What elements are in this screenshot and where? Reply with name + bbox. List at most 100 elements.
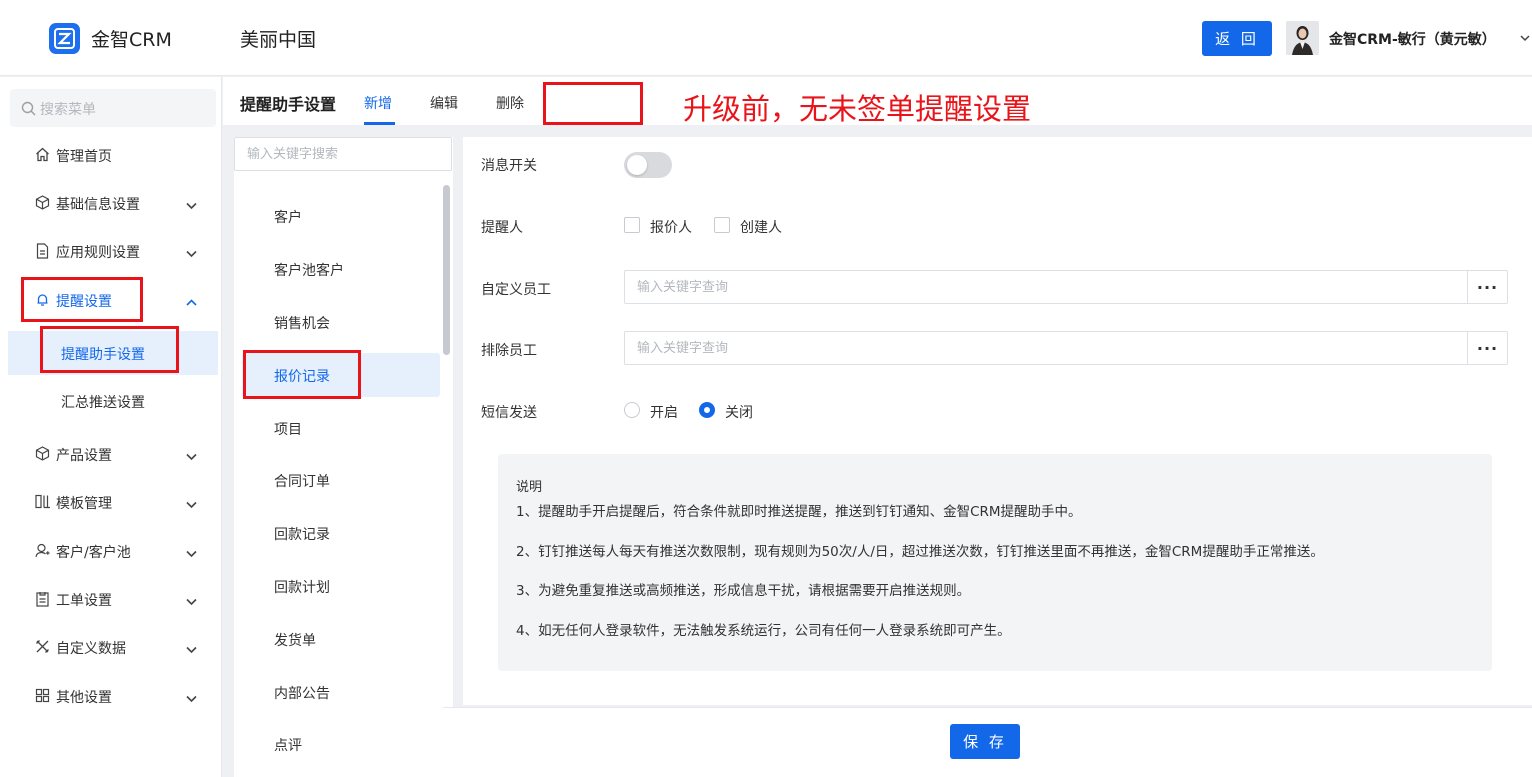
module-list-panel: 客户 客户池客户 销售机会 报价记录 项目 合同订单 回款记录 回款计划 发货单… — [234, 137, 453, 777]
cube-icon — [35, 195, 50, 214]
chevron-down-icon — [186, 246, 197, 262]
document-icon — [35, 243, 50, 263]
chevron-down-icon — [186, 594, 197, 610]
menu-search-input[interactable]: 搜索菜单 — [10, 89, 216, 127]
description-line: 2、钉钉推送每人每天有推送次数限制，现有规则为50次/人/日，超过推送次数，钉钉… — [516, 544, 1324, 560]
sidebar-item-label: 客户/客户池 — [56, 545, 131, 561]
module-item-label: 回款记录 — [274, 527, 330, 543]
module-item-label: 发货单 — [274, 633, 316, 649]
module-list-scrollbar[interactable] — [443, 185, 450, 355]
clipboard-icon — [35, 591, 50, 611]
toggle-knob — [627, 155, 647, 175]
module-item-label: 销售机会 — [274, 316, 330, 332]
sms-on-radio[interactable] — [624, 402, 640, 418]
chevron-down-icon — [186, 546, 197, 562]
sms-off-label[interactable]: 关闭 — [725, 402, 753, 422]
grid-icon — [35, 688, 50, 707]
description-line: 1、提醒助手开启提醒后，符合条件就即时推送提醒，推送到钉钉通知、金智CRM提醒助… — [516, 504, 1082, 520]
module-item-label: 回款计划 — [274, 580, 330, 596]
sidebar-item-home[interactable]: 管理首页 — [0, 135, 222, 175]
save-button[interactable]: 保 存 — [950, 724, 1020, 759]
module-search-input[interactable] — [234, 137, 452, 171]
module-item-label: 内部公告 — [274, 686, 330, 702]
module-item[interactable]: 销售机会 — [242, 300, 440, 344]
module-item[interactable]: 发货单 — [242, 617, 440, 661]
exclude-employees-picker-button[interactable]: ··· — [1467, 331, 1508, 365]
form-footer: 保 存 — [443, 707, 1532, 777]
template-icon — [35, 494, 51, 513]
module-item[interactable]: 合同订单 — [242, 458, 440, 502]
custom-employees-input[interactable] — [624, 270, 1468, 304]
active-tab-indicator — [364, 122, 395, 125]
highlight-box-reminder-assistant — [40, 326, 179, 373]
page-title: 提醒助手设置 — [240, 95, 337, 114]
chevron-down-icon — [186, 497, 197, 513]
sidebar-item-label: 模板管理 — [56, 496, 112, 512]
sidebar-item-other[interactable]: 其他设置 — [0, 676, 222, 716]
username[interactable]: 金智CRM-敏行（黄元敏） — [1329, 29, 1496, 49]
sidebar-subitem-summary-push[interactable]: 汇总推送设置 — [8, 379, 218, 423]
menu-search-placeholder: 搜索菜单 — [40, 102, 96, 118]
reminder-label: 提醒人 — [481, 220, 523, 236]
exclude-employees-input[interactable] — [624, 331, 1468, 365]
tools-icon — [35, 639, 50, 658]
quoter-option-label[interactable]: 报价人 — [650, 217, 692, 237]
sidebar-item-product[interactable]: 产品设置 — [0, 434, 222, 474]
description-line: 4、如无任何人登录软件，无法触发系统运行，公司有任何一人登录系统即可产生。 — [516, 623, 1011, 639]
tab-edit[interactable]: 编辑 — [430, 93, 458, 113]
module-item[interactable]: 回款记录 — [242, 511, 440, 555]
sms-off-radio[interactable] — [699, 402, 715, 418]
sidebar-item-label: 管理首页 — [56, 149, 112, 165]
chevron-down-icon — [186, 642, 197, 658]
logo-text: 金智CRM — [91, 29, 172, 51]
description-box: 说明 1、提醒助手开启提醒后，符合条件就即时推送提醒，推送到钉钉通知、金智CRM… — [498, 454, 1492, 671]
highlight-box-empty-tab — [543, 82, 643, 125]
sms-label: 短信发送 — [481, 405, 537, 421]
company-name: 美丽中国 — [240, 29, 317, 51]
module-item-label: 项目 — [274, 422, 302, 438]
quoter-checkbox[interactable] — [624, 217, 640, 233]
sidebar-item-label: 基础信息设置 — [56, 197, 140, 213]
search-icon — [21, 101, 36, 116]
chevron-down-icon — [186, 198, 197, 214]
sidebar: 搜索菜单 管理首页 基础信息设置 应用规则设置 提醒设置 提醒助手设置 汇总推送… — [0, 77, 222, 777]
sidebar-item-custom-data[interactable]: 自定义数据 — [0, 627, 222, 667]
module-item[interactable]: 项目 — [242, 406, 440, 450]
sms-on-label[interactable]: 开启 — [650, 402, 678, 422]
annotation-text: 升级前，无未签单提醒设置 — [683, 92, 1032, 126]
module-item-label: 客户 — [274, 210, 302, 226]
sidebar-item-customers[interactable]: 客户/客户池 — [0, 531, 222, 571]
tab-add[interactable]: 新增 — [364, 93, 392, 113]
module-item[interactable]: 内部公告 — [242, 670, 440, 714]
description-title: 说明 — [516, 480, 543, 495]
highlight-box-quote-record — [243, 350, 361, 399]
creator-checkbox[interactable] — [714, 217, 730, 233]
module-item-label: 客户池客户 — [274, 263, 344, 279]
sidebar-item-basic-info[interactable]: 基础信息设置 — [0, 183, 222, 223]
chevron-down-icon[interactable] — [1520, 31, 1530, 47]
sidebar-item-label: 工单设置 — [56, 593, 112, 609]
module-item[interactable]: 回款计划 — [242, 564, 440, 608]
custom-employees-label: 自定义员工 — [481, 282, 551, 298]
top-header: 金智CRM 美丽中国 返 回 金智CRM-敏行（黄元敏） — [0, 0, 1532, 76]
sidebar-item-label: 产品设置 — [56, 448, 112, 464]
creator-option-label[interactable]: 创建人 — [740, 217, 782, 237]
module-item-label: 点评 — [274, 738, 302, 754]
message-switch-toggle[interactable] — [624, 152, 672, 178]
home-icon — [35, 147, 50, 166]
module-item[interactable]: 客户 — [242, 194, 440, 238]
highlight-box-reminder-settings — [21, 277, 143, 322]
avatar[interactable] — [1286, 21, 1319, 55]
module-item[interactable]: 点评 — [242, 722, 440, 766]
sidebar-item-label: 应用规则设置 — [56, 245, 140, 261]
sidebar-item-app-rules[interactable]: 应用规则设置 — [0, 231, 222, 271]
sidebar-item-work-orders[interactable]: 工单设置 — [0, 579, 222, 619]
user-icon — [35, 543, 50, 562]
tab-delete[interactable]: 删除 — [496, 93, 524, 113]
custom-employees-picker-button[interactable]: ··· — [1467, 270, 1508, 304]
sidebar-item-label: 其他设置 — [56, 690, 112, 706]
back-button[interactable]: 返 回 — [1202, 21, 1272, 56]
sidebar-item-templates[interactable]: 模板管理 — [0, 482, 222, 522]
sidebar-subitem-label: 汇总推送设置 — [61, 395, 145, 411]
module-item[interactable]: 客户池客户 — [242, 247, 440, 291]
